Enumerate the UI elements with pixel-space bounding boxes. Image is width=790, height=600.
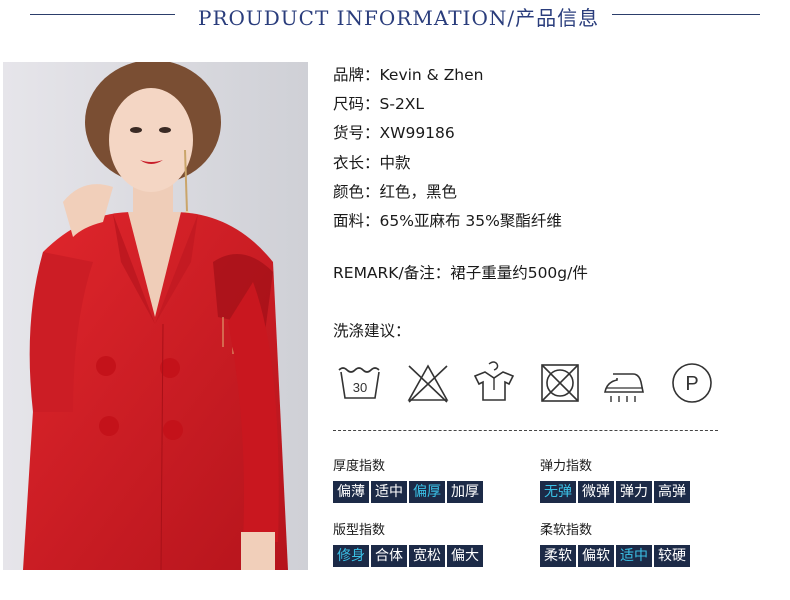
remark-label: REMARK/备注：: [333, 264, 451, 282]
elasticity-option: 高弹: [654, 481, 690, 503]
thickness-option: 适中: [371, 481, 407, 503]
fit-option: 修身: [333, 545, 369, 567]
section-title: PROUDUCT INFORMATION/产品信息: [198, 6, 600, 30]
no-bleach-icon: [401, 356, 455, 410]
softness-option: 较硬: [654, 545, 690, 567]
item-number-row: 货号：XW99186: [333, 124, 562, 153]
softness-index: 柔软指数 柔软 偏软 适中 较硬: [540, 519, 692, 567]
brand-value: Kevin & Zhen: [379, 66, 484, 84]
size-label: 尺码：: [333, 95, 380, 114]
length-row: 衣长：中款: [333, 154, 562, 183]
fit-option: 宽松: [409, 545, 445, 567]
brand-row: 品牌：Kevin & Zhen: [333, 66, 562, 95]
length-value: 中款: [379, 153, 411, 172]
item-number-value: XW99186: [379, 124, 455, 143]
color-row: 颜色：红色，黑色: [333, 183, 562, 212]
brand-label: 品牌：: [333, 66, 380, 84]
dashed-divider: [333, 430, 718, 431]
elasticity-option: 弹力: [616, 481, 652, 503]
item-number-label: 货号：: [333, 124, 380, 143]
thickness-label: 厚度指数: [333, 459, 386, 474]
thickness-option: 加厚: [447, 481, 483, 503]
dry-clean-p-icon: P: [665, 356, 719, 410]
fabric-value: 65%亚麻布 35%聚酯纤维: [379, 211, 562, 230]
elasticity-option: 微弹: [578, 481, 614, 503]
wash-title: 洗涤建议：: [333, 322, 411, 340]
wash-temp-text: 30: [353, 380, 367, 395]
elasticity-option: 无弹: [540, 481, 576, 503]
remark-row: REMARK/备注：裙子重量约500g/件: [333, 261, 588, 283]
no-tumble-dry-icon: [533, 356, 587, 410]
section-header: PROUDUCT INFORMATION/产品信息: [0, 0, 790, 34]
fit-label: 版型指数: [333, 523, 386, 538]
size-value: S-2XL: [379, 95, 425, 114]
elasticity-index: 弹力指数 无弹 微弹 弹力 高弹: [540, 455, 692, 503]
thickness-index: 厚度指数 偏薄 适中 偏厚 加厚: [333, 455, 485, 503]
header-divider-right: [612, 14, 760, 15]
elasticity-options: 无弹 微弹 弹力 高弹: [540, 481, 692, 503]
length-label: 衣长：: [333, 153, 380, 172]
thickness-option: 偏厚: [409, 481, 445, 503]
softness-label: 柔软指数: [540, 523, 593, 538]
product-info-list: 品牌：Kevin & Zhen 尺码：S-2XL 货号：XW99186 衣长：中…: [333, 66, 562, 241]
softness-option: 偏软: [578, 545, 614, 567]
wash-30-icon: 30: [333, 356, 387, 410]
hang-dry-icon: [467, 356, 521, 410]
fabric-row: 面料：65%亚麻布 35%聚酯纤维: [333, 212, 562, 241]
fit-options: 修身 合体 宽松 偏大: [333, 545, 485, 567]
thickness-options: 偏薄 适中 偏厚 加厚: [333, 481, 485, 503]
color-label: 颜色：: [333, 182, 380, 201]
softness-option: 适中: [616, 545, 652, 567]
wash-icons: 30 P: [333, 356, 713, 412]
fit-option: 偏大: [447, 545, 483, 567]
dry-clean-letter: P: [685, 373, 698, 395]
fit-index: 版型指数 修身 合体 宽松 偏大: [333, 519, 485, 567]
fit-option: 合体: [371, 545, 407, 567]
softness-options: 柔软 偏软 适中 较硬: [540, 545, 692, 567]
elasticity-label: 弹力指数: [540, 459, 593, 474]
fabric-label: 面料：: [333, 211, 380, 230]
size-row: 尺码：S-2XL: [333, 95, 562, 124]
thickness-option: 偏薄: [333, 481, 369, 503]
remark-value: 裙子重量约500g/件: [450, 264, 588, 282]
header-divider-left: [30, 14, 175, 15]
iron-icon: [599, 356, 653, 410]
product-photo: [3, 62, 308, 570]
softness-option: 柔软: [540, 545, 576, 567]
color-value: 红色，黑色: [379, 182, 458, 201]
